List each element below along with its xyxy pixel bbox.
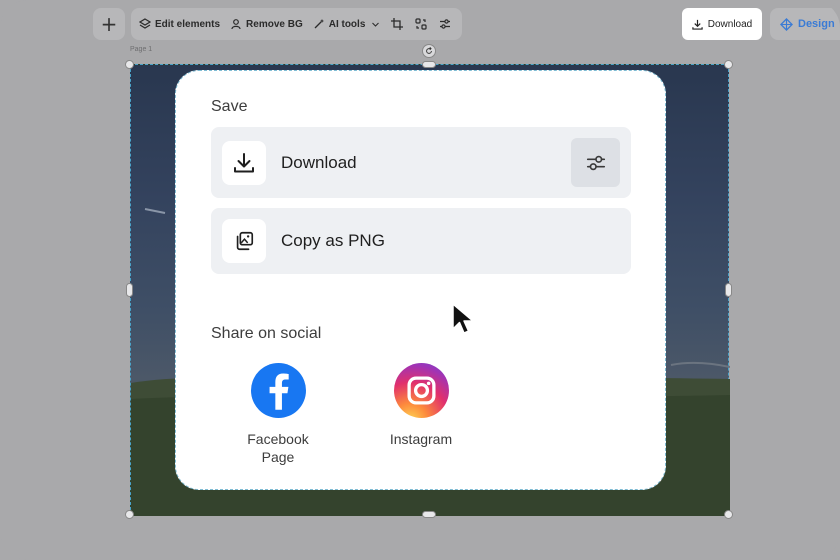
rotate-icon [426, 47, 432, 54]
sliders-icon [440, 19, 451, 29]
copy-as-png-option[interactable]: Copy as PNG [211, 208, 631, 274]
share-section-title: Share on social [211, 325, 322, 342]
crop-icon [391, 18, 404, 30]
facebook-icon [250, 363, 306, 418]
chevron-down-icon [372, 22, 380, 27]
flip-button[interactable] [414, 17, 428, 31]
copy-option-label: Copy as PNG [281, 231, 385, 250]
download-popup: Save Download Copy as PNG Share on socia… [175, 70, 666, 490]
crop-button[interactable] [390, 17, 404, 31]
design-button[interactable]: Design [770, 8, 840, 40]
resize-handle-bottom[interactable] [422, 511, 436, 518]
mouse-cursor-icon [452, 303, 474, 334]
adjust-button[interactable] [438, 17, 452, 31]
ai-tools-button[interactable]: AI tools [313, 18, 381, 30]
download-icon [234, 152, 254, 172]
design-icon [780, 17, 793, 31]
ai-tools-label: AI tools [328, 18, 366, 30]
edit-elements-label: Edit elements [155, 18, 221, 30]
download-settings-button[interactable] [571, 138, 620, 187]
download-option[interactable]: Download [211, 127, 631, 198]
add-button[interactable]: + [93, 8, 125, 40]
instagram-label: Instagram [389, 431, 453, 447]
remove-bg-label: Remove BG [246, 18, 303, 30]
resize-handle-bottom-right[interactable] [724, 510, 733, 519]
top-download-label: Download [707, 18, 753, 30]
resize-handle-left[interactable] [126, 283, 133, 297]
facebook-page-label: Facebook Page [247, 431, 309, 465]
sliders-icon [586, 155, 605, 170]
top-download-button[interactable]: Download [682, 8, 762, 40]
instagram-icon [393, 363, 449, 418]
editor-toolbar: Edit elements Remove BG AI tools [131, 8, 462, 40]
design-label: Design [798, 18, 835, 30]
copy-icon-box [222, 219, 266, 263]
person-icon [231, 19, 241, 30]
facebook-page-share[interactable]: Facebook Page [228, 363, 328, 466]
resize-handle-top-right[interactable] [724, 60, 733, 69]
magic-wand-icon [314, 19, 324, 29]
resize-handle-top[interactable] [422, 61, 436, 68]
download-icon [692, 19, 703, 30]
save-section-title: Save [211, 98, 248, 115]
resize-handle-right[interactable] [725, 283, 732, 297]
copy-image-icon [236, 231, 254, 251]
page-label: Page 1 [130, 46, 153, 53]
edit-elements-button[interactable]: Edit elements [139, 18, 220, 30]
layers-icon [139, 18, 151, 29]
rotate-handle[interactable] [422, 44, 436, 58]
flip-icon [415, 18, 427, 30]
instagram-share[interactable]: Instagram [371, 363, 471, 448]
download-icon-box [222, 140, 266, 185]
resize-handle-bottom-left[interactable] [125, 510, 134, 519]
download-option-label: Download [281, 152, 357, 172]
resize-handle-top-left[interactable] [125, 60, 134, 69]
app-window: + Edit elements Remove BG AI tools Downl… [0, 0, 840, 560]
remove-bg-button[interactable]: Remove BG [230, 18, 303, 30]
